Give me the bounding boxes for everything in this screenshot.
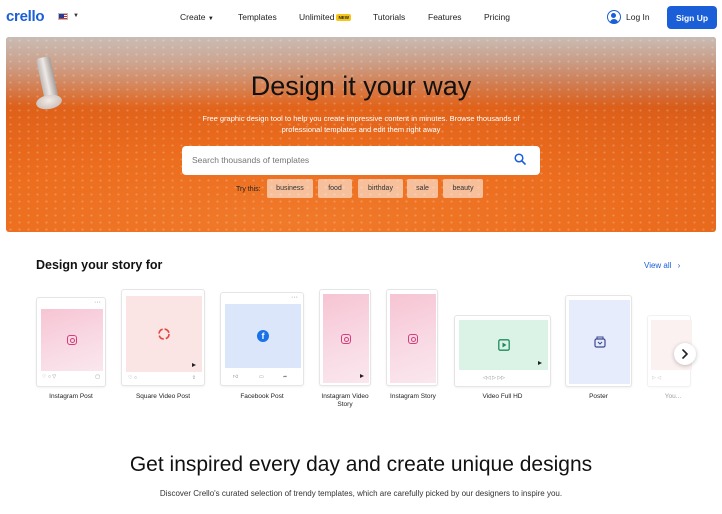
us-flag-icon[interactable]	[58, 13, 68, 20]
instagram-icon	[408, 333, 418, 344]
search-icon[interactable]	[514, 153, 526, 165]
nav-create[interactable]: Create ▼	[180, 12, 214, 22]
tag-food[interactable]: food	[318, 179, 352, 198]
post-actions-icons: ♡ ○ ▽	[42, 374, 57, 380]
card-label: Facebook Post	[240, 393, 284, 400]
nav-templates[interactable]: Templates	[238, 12, 277, 22]
card-label: Poster	[589, 393, 608, 400]
card-label: You...	[664, 393, 682, 400]
inspire-subtitle: Discover Crello's curated selection of t…	[159, 489, 563, 498]
poster-icon	[593, 336, 606, 348]
chevron-right-icon: ›	[677, 261, 681, 270]
hero-subtitle-line-1: Free graphic design tool to help you cre…	[202, 114, 520, 123]
bookmark-icon: ▢	[95, 374, 100, 380]
user-icon[interactable]	[607, 10, 621, 24]
tag-birthday[interactable]: birthday	[358, 179, 403, 198]
video-icon	[497, 339, 510, 351]
tag-beauty[interactable]: beauty	[443, 179, 483, 198]
nav-unlimited-label: Unlimited	[299, 12, 335, 22]
refresh-icon	[158, 328, 170, 340]
template-preview	[41, 309, 103, 371]
template-card-poster[interactable]	[565, 295, 632, 387]
video-controls: ◁◁ ▷ ▷▷	[483, 375, 506, 381]
share-icon: ➦	[283, 374, 288, 380]
template-preview: f	[225, 304, 301, 368]
card-label: Instagram Video Story	[312, 393, 378, 409]
card-label-line-2: Story	[337, 401, 353, 408]
chevron-down-icon: ▼	[207, 16, 214, 22]
nav-pricing[interactable]: Pricing	[484, 12, 510, 22]
nav-unlimited[interactable]: Unlimited NEW	[299, 12, 351, 22]
card-label: Video Full HD	[482, 393, 523, 400]
try-this-label: Try this:	[236, 186, 261, 193]
share-icon: ⇪	[191, 375, 196, 381]
hero-title: Design it your way	[250, 71, 472, 101]
play-icon	[360, 374, 364, 378]
play-icon	[538, 361, 542, 365]
play-icon	[192, 363, 196, 367]
more-icon[interactable]: ···	[94, 299, 101, 306]
card-label: Instagram Post	[49, 393, 93, 400]
post-actions-icons: ♡ ○	[128, 375, 137, 381]
template-card-instagram-video-story[interactable]	[319, 289, 371, 386]
instagram-icon	[341, 333, 351, 344]
template-card-square-video-post[interactable]: ♡ ○ ⇪	[121, 289, 205, 386]
facebook-icon: f	[257, 330, 269, 342]
template-preview	[390, 294, 436, 383]
hero-subtitle-line-2: professional templates and edit them rig…	[281, 125, 441, 134]
nav-create-label: Create	[180, 12, 206, 22]
more-icon[interactable]: ···	[291, 294, 298, 301]
template-preview	[126, 296, 202, 372]
carousel-next-button[interactable]	[674, 343, 696, 365]
hero-banner: Design it your way Free graphic design t…	[6, 37, 716, 232]
like-icon: 👍︎	[233, 374, 239, 380]
template-card-instagram-story[interactable]	[386, 289, 438, 386]
template-card-instagram-post[interactable]: ··· ♡ ○ ▽ ▢	[36, 297, 106, 387]
tag-business[interactable]: business	[267, 179, 313, 198]
login-link[interactable]: Log In	[626, 12, 650, 22]
instagram-icon	[67, 335, 77, 345]
chevron-down-icon[interactable]: ▼	[73, 13, 79, 19]
template-preview	[459, 320, 548, 370]
chevron-right-icon	[682, 349, 688, 359]
inspire-title: Get inspired every day and create unique…	[129, 453, 593, 476]
hero-subtitle: Free graphic design tool to help you cre…	[181, 113, 541, 135]
card-label-line-1: Instagram Video	[321, 393, 369, 400]
template-preview	[323, 294, 369, 383]
search-input[interactable]	[192, 155, 492, 165]
video-controls: ▷ ◁	[652, 375, 662, 381]
comment-icon: ▭	[259, 374, 264, 380]
new-badge: NEW	[336, 14, 351, 22]
signup-button[interactable]: Sign Up	[667, 6, 717, 29]
card-label: Square Video Post	[135, 393, 191, 400]
template-card-video-full-hd[interactable]: ◁◁ ▷ ▷▷	[454, 315, 551, 387]
nav-tutorials[interactable]: Tutorials	[373, 12, 405, 22]
section-title: Design your story for	[36, 258, 163, 272]
card-label: Instagram Story	[390, 393, 436, 400]
template-preview	[569, 300, 630, 384]
tag-sale[interactable]: sale	[407, 179, 438, 198]
view-all-link[interactable]: View all ›	[644, 261, 680, 270]
search-box[interactable]	[182, 146, 540, 175]
crello-logo[interactable]: crello	[6, 8, 45, 25]
nav-features[interactable]: Features	[428, 12, 462, 22]
template-card-facebook-post[interactable]: ··· f 👍︎ ▭ ➦	[220, 292, 304, 386]
view-all-label: View all	[644, 261, 672, 270]
top-navbar: crello ▼ Create ▼ Templates Unlimited NEW…	[0, 0, 722, 36]
